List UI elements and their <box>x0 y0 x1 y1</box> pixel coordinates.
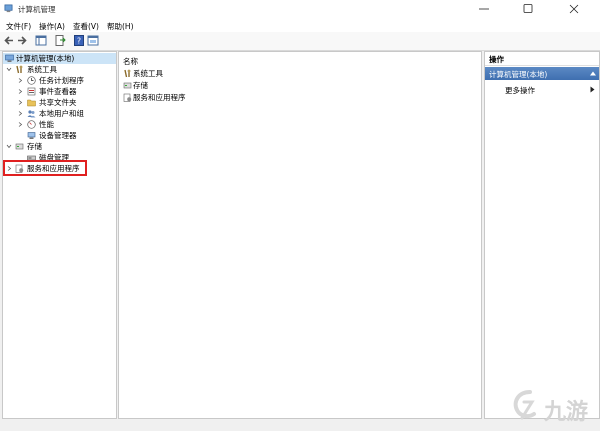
menu-view[interactable]: 查看(V) <box>73 21 99 32</box>
tree-item-device-manager[interactable]: 设备管理器 <box>3 130 116 141</box>
list-item-label: 服务和应用程序 <box>133 93 186 102</box>
svg-text:?: ? <box>77 37 81 46</box>
more-actions-label: 更多操作 <box>505 86 535 95</box>
tree-item-label: 共享文件夹 <box>39 98 77 107</box>
device-manager-icon <box>27 132 36 139</box>
navigation-tree: 计算机管理(本地) 系统工具 任务计划程序 事件查看器 共享文件夹 本地用户和组… <box>2 51 117 419</box>
actions-section-computer-management[interactable]: 计算机管理(本地) <box>485 67 599 80</box>
actions-pane: 操作 计算机管理(本地) 更多操作 <box>484 51 600 419</box>
chevron-right-icon[interactable] <box>17 119 23 130</box>
toolbar: ? <box>0 32 600 51</box>
clock-icon <box>27 76 36 85</box>
shared-folder-icon <box>27 99 36 107</box>
watermark: 九游 <box>508 386 598 428</box>
tree-item-label: 计算机管理(本地) <box>16 54 75 63</box>
menu-file[interactable]: 文件(F) <box>6 21 31 32</box>
tree-item-label: 存储 <box>27 142 42 151</box>
menu-action[interactable]: 操作(A) <box>39 21 65 32</box>
chevron-down-icon[interactable] <box>6 141 12 152</box>
more-actions-item[interactable]: 更多操作 <box>485 83 599 96</box>
tree-item-local-users-groups[interactable]: 本地用户和组 <box>3 108 116 119</box>
column-header-name[interactable]: 名称 <box>123 56 138 67</box>
event-log-icon <box>27 87 36 96</box>
tree-item-task-scheduler[interactable]: 任务计划程序 <box>3 75 116 86</box>
actions-header-label: 操作 <box>489 55 504 64</box>
collapse-triangle-icon[interactable] <box>590 71 596 76</box>
tree-item-label: 设备管理器 <box>39 131 77 140</box>
minimize-button[interactable] <box>464 1 504 17</box>
actions-section-label: 计算机管理(本地) <box>489 70 548 79</box>
watermark-text: 九游 <box>544 400 589 425</box>
chevron-right-icon[interactable] <box>17 75 23 86</box>
storage-icon <box>15 143 24 150</box>
close-icon <box>569 4 579 14</box>
toolbox-icon <box>124 69 131 78</box>
tree-item-storage[interactable]: 存储 <box>3 141 116 152</box>
users-icon <box>27 110 36 118</box>
list-item-label: 存储 <box>133 81 148 90</box>
tree-item-event-viewer[interactable]: 事件查看器 <box>3 86 116 97</box>
export-list-icon[interactable] <box>54 34 66 47</box>
properties-pane-icon[interactable] <box>87 34 99 47</box>
menu-bar: 文件(F) 操作(A) 查看(V) 帮助(H) <box>0 18 600 32</box>
tree-item-label: 任务计划程序 <box>39 76 84 85</box>
title-bar: 计算机管理 <box>0 0 600 18</box>
computer-icon <box>5 54 14 62</box>
computer-management-icon <box>4 4 13 13</box>
tree-item-label: 事件查看器 <box>39 87 77 96</box>
window-title: 计算机管理 <box>18 5 56 14</box>
content-list: 名称 系统工具 存储 服务和应用程序 <box>118 51 482 419</box>
tree-item-label: 本地用户和组 <box>39 109 84 118</box>
list-item-label: 系统工具 <box>133 69 163 78</box>
list-item[interactable]: 服务和应用程序 <box>119 92 481 103</box>
performance-gauge-icon <box>27 120 36 129</box>
submenu-arrow-icon <box>590 86 595 93</box>
forward-arrow-icon[interactable] <box>16 34 28 47</box>
tree-item-label: 系统工具 <box>27 65 57 74</box>
tree-item-performance[interactable]: 性能 <box>3 119 116 130</box>
tree-item-system-tools[interactable]: 系统工具 <box>3 64 116 75</box>
chevron-right-icon[interactable] <box>17 108 23 119</box>
minimize-icon <box>479 8 489 10</box>
list-item[interactable]: 系统工具 <box>119 68 481 79</box>
chevron-down-icon[interactable] <box>6 64 12 75</box>
storage-icon <box>123 82 132 89</box>
chevron-right-icon[interactable] <box>17 86 23 97</box>
maximize-button[interactable] <box>508 1 548 17</box>
watermark-logo-icon <box>513 390 536 420</box>
back-arrow-icon[interactable] <box>3 34 15 47</box>
tree-item-computer-management-local[interactable]: 计算机管理(本地) <box>3 53 116 64</box>
tree-item-shared-folders[interactable]: 共享文件夹 <box>3 97 116 108</box>
actions-header: 操作 <box>485 52 599 66</box>
services-icon <box>123 93 132 102</box>
maximize-icon <box>523 4 533 13</box>
help-icon[interactable]: ? <box>73 34 85 47</box>
toolbox-icon <box>16 65 23 74</box>
show-hide-tree-icon[interactable] <box>35 34 47 47</box>
list-item[interactable]: 存储 <box>119 80 481 91</box>
tree-item-label: 性能 <box>39 120 54 129</box>
close-button[interactable] <box>554 1 594 17</box>
chevron-right-icon[interactable] <box>17 97 23 108</box>
menu-help[interactable]: 帮助(H) <box>107 21 134 32</box>
highlight-box <box>3 160 87 176</box>
